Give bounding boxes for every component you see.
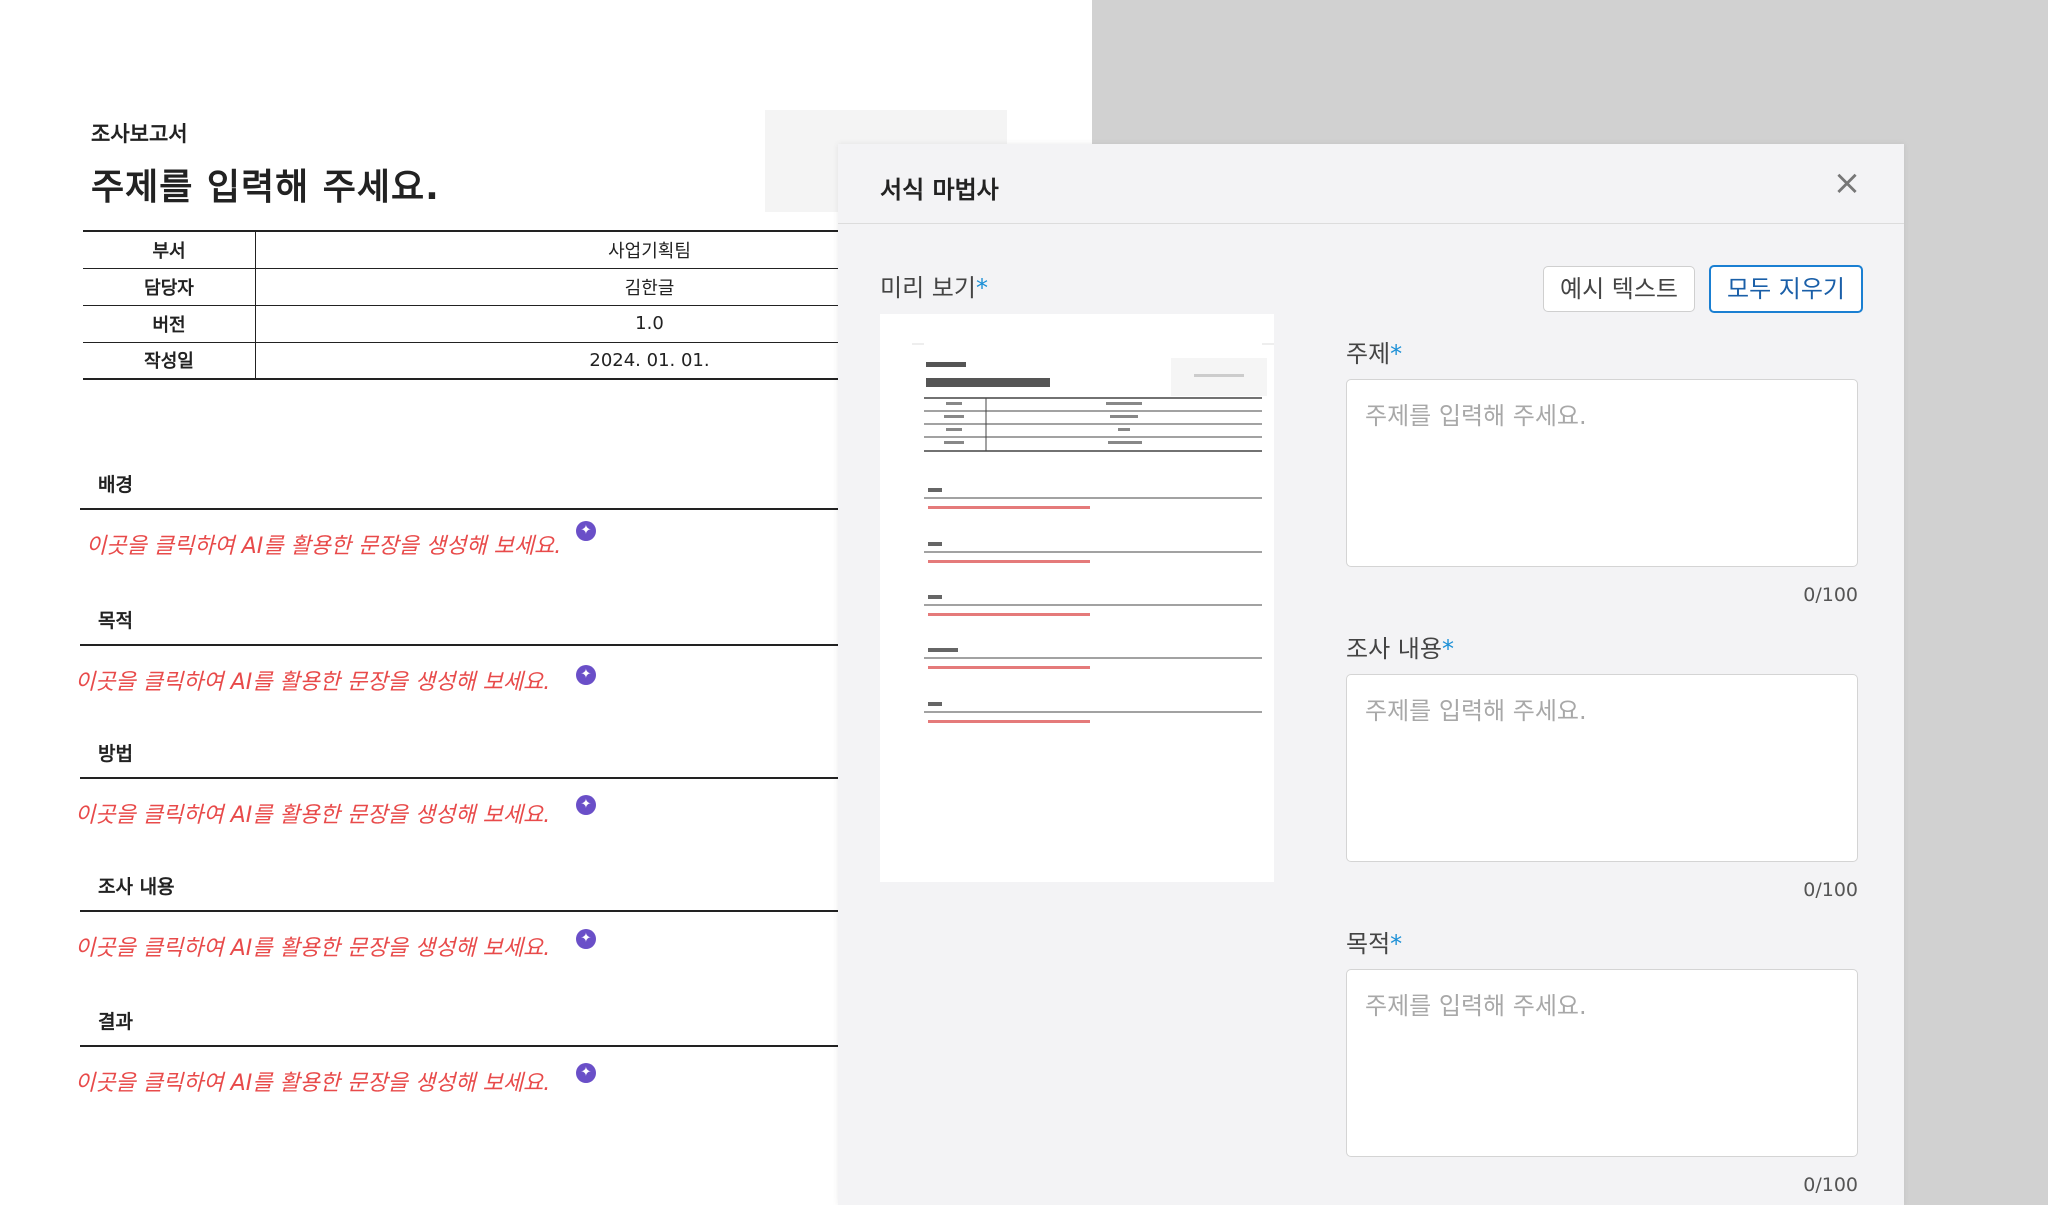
- section-heading: 결과: [98, 1011, 133, 1033]
- required-mark: *: [1390, 930, 1403, 958]
- field-label-purpose: 목적*: [1346, 930, 1403, 958]
- char-counter: 0/100: [1803, 584, 1858, 606]
- info-label: 작성일: [83, 341, 256, 380]
- required-mark: *: [1390, 340, 1403, 368]
- topic-input[interactable]: [1346, 379, 1858, 567]
- info-label: 부서: [83, 230, 256, 268]
- purpose-input[interactable]: [1346, 969, 1858, 1157]
- char-counter: 0/100: [1803, 1174, 1858, 1196]
- document-kicker: 조사보고서: [91, 122, 188, 146]
- preview-thumbnail-graphic: [912, 343, 1274, 723]
- preview-thumbnail: [880, 314, 1274, 882]
- preview-label: 미리 보기*: [880, 274, 988, 302]
- section-heading: 조사 내용: [98, 876, 175, 898]
- ai-sparkle-icon[interactable]: ✦: [576, 1063, 596, 1083]
- document-title[interactable]: 주제를 입력해 주세요.: [91, 158, 440, 210]
- ai-prompt-text[interactable]: 이곳을 클릭하여 AI를 활용한 문장을 생성해 보세요.: [75, 797, 550, 829]
- ai-sparkle-icon[interactable]: ✦: [576, 929, 596, 949]
- required-mark: *: [975, 274, 988, 302]
- info-label: 담당자: [83, 267, 256, 305]
- research-content-input[interactable]: [1346, 674, 1858, 862]
- ai-sparkle-icon[interactable]: ✦: [576, 521, 596, 541]
- ai-prompt-text[interactable]: 이곳을 클릭하여 AI를 활용한 문장을 생성해 보세요.: [86, 528, 561, 560]
- required-mark: *: [1441, 635, 1454, 663]
- dialog-title: 서식 마법사: [880, 176, 999, 204]
- ai-prompt-text[interactable]: 이곳을 클릭하여 AI를 활용한 문장을 생성해 보세요.: [75, 1065, 550, 1097]
- ai-prompt-text[interactable]: 이곳을 클릭하여 AI를 활용한 문장을 생성해 보세요.: [75, 930, 550, 962]
- info-label: 버전: [83, 304, 256, 342]
- field-label-research-content: 조사 내용*: [1346, 635, 1454, 663]
- ai-prompt-text[interactable]: 이곳을 클릭하여 AI를 활용한 문장을 생성해 보세요.: [75, 664, 550, 696]
- section-heading: 목적: [98, 610, 133, 632]
- field-label-topic: 주제*: [1346, 340, 1403, 368]
- close-icon[interactable]: ×: [1830, 166, 1864, 200]
- clear-all-button[interactable]: 모두 지우기: [1709, 265, 1863, 313]
- ai-sparkle-icon[interactable]: ✦: [576, 795, 596, 815]
- section-heading: 배경: [98, 474, 133, 496]
- char-counter: 0/100: [1803, 879, 1858, 901]
- dialog-header: 서식 마법사 ×: [838, 144, 1904, 224]
- section-heading: 방법: [98, 743, 133, 765]
- ai-sparkle-icon[interactable]: ✦: [576, 665, 596, 685]
- format-wizard-dialog: 서식 마법사 × 미리 보기* 예시 텍스트 모두 지우기 주제* 주제를 입력…: [838, 144, 1904, 1205]
- example-text-button[interactable]: 예시 텍스트: [1543, 266, 1695, 312]
